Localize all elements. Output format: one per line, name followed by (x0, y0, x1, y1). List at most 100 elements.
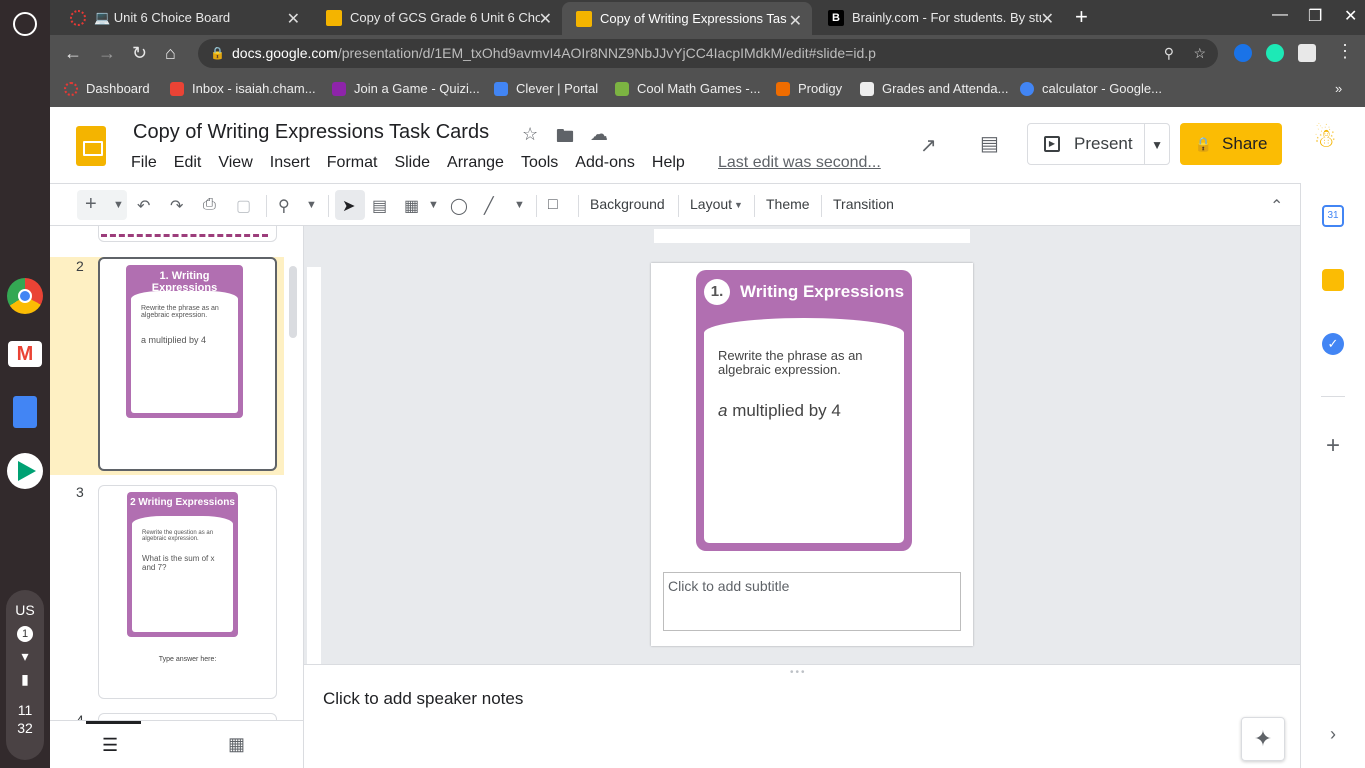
grid-view-icon[interactable]: ▦ (228, 734, 245, 755)
close-tab-icon[interactable]: ✕ (789, 11, 802, 31)
menu-view[interactable]: View (218, 154, 252, 172)
undo-icon[interactable]: ↶ (137, 196, 150, 216)
browser-tab[interactable]: B Brainly.com - For students. By stu ✕ (814, 0, 1064, 35)
home-icon[interactable]: ⌂ (165, 43, 176, 64)
bookmark-grades[interactable]: Grades and Attenda... (860, 81, 1008, 96)
close-tab-icon[interactable]: ✕ (287, 9, 300, 29)
slides-logo-icon[interactable] (76, 126, 106, 166)
new-slide-icon[interactable]: + (85, 193, 97, 216)
zoom-dropdown-icon[interactable]: ▼ (306, 199, 317, 211)
star-icon[interactable]: ☆ (522, 124, 538, 145)
speaker-notes[interactable]: ••• Click to add speaker notes ✦ (304, 664, 1300, 768)
doc-title[interactable]: Copy of Writing Expressions Task Cards (133, 121, 489, 144)
browser-menu-icon[interactable]: ⋮ (1336, 41, 1354, 62)
slide-thumbnail-1[interactable] (98, 226, 277, 242)
present-button[interactable]: ▶ Present ▼ (1027, 123, 1170, 165)
menu-file[interactable]: File (131, 154, 157, 172)
gmail-icon[interactable]: M (8, 341, 42, 367)
last-edit-link[interactable]: Last edit was second... (718, 154, 881, 172)
slide-thumbnail-2[interactable]: 1. Writing Expressions Rewrite the phras… (98, 257, 277, 471)
account-avatar[interactable]: ☃ (1305, 123, 1345, 165)
bookmark-dashboard[interactable]: Dashboard (64, 81, 150, 96)
back-icon[interactable]: ← (64, 43, 82, 64)
bookmarks-overflow-icon[interactable]: » (1335, 81, 1342, 96)
menu-insert[interactable]: Insert (270, 154, 310, 172)
close-window-icon[interactable]: ✕ (1344, 6, 1357, 26)
filmstrip-view-icon[interactable]: ☰ (102, 735, 118, 756)
current-slide[interactable]: 1. Writing Expressions Rewrite the phras… (651, 263, 973, 646)
line-dropdown-icon[interactable]: ▼ (514, 199, 525, 211)
bookmark-clever[interactable]: Clever | Portal (494, 81, 598, 96)
browser-tab-active[interactable]: Copy of Writing Expressions Tas ✕ (562, 2, 812, 35)
extension-2-icon[interactable] (1266, 44, 1284, 62)
forward-icon[interactable]: → (98, 43, 116, 64)
calendar-icon[interactable]: 31 (1322, 205, 1344, 227)
new-slide-dropdown-icon[interactable]: ▼ (113, 199, 124, 211)
filmstrip-scrollbar[interactable] (289, 266, 297, 338)
menu-addons[interactable]: Add-ons (575, 154, 635, 172)
cloud-status-icon[interactable]: ☁ (590, 124, 608, 145)
transition-button[interactable]: Transition (833, 196, 894, 212)
text-box-icon[interactable]: ▤ (372, 196, 387, 216)
docs-icon[interactable] (13, 396, 37, 428)
share-button[interactable]: 🔒 Share (1180, 123, 1282, 165)
task-card-image[interactable]: 1. Writing Expressions Rewrite the phras… (696, 270, 912, 551)
explore-button[interactable]: ✦ (1241, 717, 1285, 761)
menu-arrange[interactable]: Arrange (447, 154, 504, 172)
new-tab-icon[interactable]: + (1075, 4, 1088, 30)
layout-button[interactable]: Layout (690, 196, 732, 212)
shape-icon[interactable]: ◯ (450, 196, 468, 216)
bookmark-prodigy[interactable]: Prodigy (776, 81, 842, 96)
browser-tab[interactable]: 💻 Unit 6 Choice Board ✕ (56, 0, 310, 35)
slide-thumbnail-3[interactable]: 2 Writing Expressions Rewrite the questi… (98, 485, 277, 699)
play-store-icon[interactable] (7, 453, 43, 489)
launcher-icon[interactable] (13, 12, 37, 36)
add-comment-icon[interactable]: □ (548, 196, 558, 214)
close-tab-icon[interactable]: ✕ (539, 9, 552, 29)
bookmark-calculator[interactable]: calculator - Google... (1020, 81, 1162, 96)
bookmark-quizizz[interactable]: Join a Game - Quizi... (332, 81, 480, 96)
image-dropdown-icon[interactable]: ▼ (428, 199, 439, 211)
menu-edit[interactable]: Edit (174, 154, 202, 172)
zoom-icon[interactable]: ⚲ (278, 196, 290, 216)
zoom-icon[interactable]: ⚲ (1164, 39, 1174, 68)
select-cursor-icon[interactable]: ➤ (342, 196, 355, 216)
collapse-toolbar-icon[interactable]: ⌃ (1270, 196, 1283, 216)
notes-resize-handle[interactable]: ••• (790, 667, 807, 678)
background-button[interactable]: Background (590, 196, 665, 212)
menu-format[interactable]: Format (327, 154, 378, 172)
subtitle-placeholder[interactable]: Click to add subtitle (663, 572, 961, 631)
close-tab-icon[interactable]: ✕ (1041, 9, 1054, 29)
chrome-icon[interactable] (7, 278, 43, 314)
layout-dropdown-icon[interactable]: ▼ (734, 200, 743, 210)
menu-help[interactable]: Help (652, 154, 685, 172)
present-dropdown-icon[interactable]: ▼ (1151, 138, 1163, 152)
tasks-icon[interactable]: ✓ (1322, 333, 1344, 355)
bookmark-coolmath[interactable]: Cool Math Games -... (615, 81, 761, 96)
restore-icon[interactable]: ❐ (1308, 6, 1322, 26)
expand-panel-icon[interactable]: › (1322, 724, 1344, 746)
add-addon-icon[interactable]: + (1322, 434, 1344, 458)
paint-format-icon[interactable]: ▢ (236, 196, 251, 216)
keep-icon[interactable] (1322, 269, 1344, 291)
menu-tools[interactable]: Tools (521, 154, 558, 172)
image-icon[interactable]: ▦ (404, 196, 419, 216)
minimize-icon[interactable]: — (1272, 6, 1288, 24)
theme-button[interactable]: Theme (766, 196, 810, 212)
address-bar[interactable]: 🔒 docs.google.com/presentation/d/1EM_txO… (198, 39, 1218, 68)
move-folder-icon[interactable]: 🖿 (556, 124, 574, 154)
menu-slide[interactable]: Slide (394, 154, 430, 172)
activity-trend-icon[interactable]: ↗ (920, 133, 937, 158)
slide-thumbnail-4[interactable] (98, 713, 277, 720)
bookmark-star-icon[interactable]: ☆ (1193, 39, 1206, 68)
reload-icon[interactable]: ↻ (132, 43, 147, 64)
line-icon[interactable]: ╱ (484, 196, 494, 216)
bookmark-inbox[interactable]: Inbox - isaiah.cham... (170, 81, 316, 96)
print-icon[interactable]: ⎙ (203, 196, 216, 214)
browser-tab[interactable]: Copy of GCS Grade 6 Unit 6 Choi ✕ (312, 0, 562, 35)
extensions-puzzle-icon[interactable] (1298, 44, 1316, 62)
extension-1-icon[interactable] (1234, 44, 1252, 62)
comments-icon[interactable]: ▤ (980, 131, 999, 156)
redo-icon[interactable]: ↷ (170, 196, 183, 216)
status-tray[interactable]: US 1 ▾ ▮ 11 32 (6, 590, 44, 760)
